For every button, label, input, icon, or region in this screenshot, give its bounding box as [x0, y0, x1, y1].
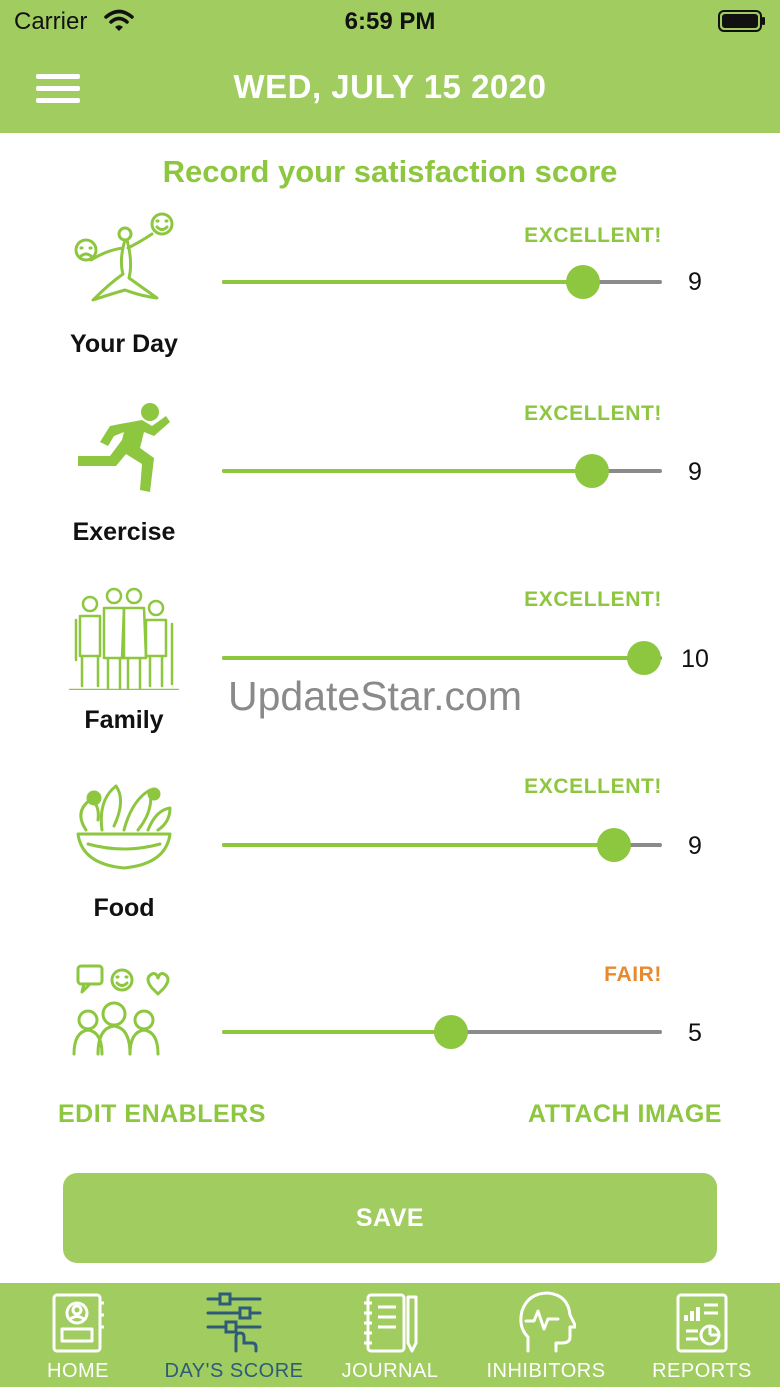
tab-reports[interactable]: REPORTS [624, 1283, 780, 1387]
tab-inhibitors[interactable]: INHIBITORS [468, 1283, 624, 1387]
tab-label: DAY'S SCORE [164, 1360, 304, 1382]
tab-label: HOME [47, 1360, 109, 1382]
category-label: Food [93, 894, 155, 922]
watermark: UpdateStar.com [228, 673, 522, 719]
slider-thumb[interactable] [596, 828, 631, 862]
rating-label: EXCELLENT! [524, 775, 662, 798]
rating-label: EXCELLENT! [524, 402, 662, 425]
slider-thumb[interactable] [574, 454, 609, 488]
category-label: Family [84, 706, 164, 734]
tab-label: INHIBITORS [486, 1360, 606, 1382]
page-title: WED, JULY 15 2020 [233, 68, 547, 105]
home-icon [52, 1293, 104, 1353]
score-row-exercise: Exercise EXCELLENT! 9 [0, 396, 780, 566]
social-slider[interactable] [222, 1012, 662, 1052]
slider-thumb[interactable] [627, 641, 662, 675]
running-person-icon [78, 403, 170, 492]
sliders-icon [206, 1292, 262, 1353]
score-row-food: Food EXCELLENT! 9 [0, 774, 780, 944]
rating-label: EXCELLENT! [524, 224, 662, 247]
score-value: 9 [688, 268, 702, 296]
save-button[interactable]: SAVE [63, 1173, 717, 1263]
clock: 6:59 PM [344, 8, 436, 35]
tab-journal[interactable]: JOURNAL [312, 1283, 468, 1387]
score-value: 10 [681, 645, 709, 673]
social-group-icon [72, 964, 170, 1056]
meditation-balance-icon [74, 212, 174, 302]
rating-label: FAIR! [604, 963, 662, 986]
edit-enablers-button[interactable]: EDIT ENABLERS [58, 1100, 266, 1129]
food-slider[interactable] [222, 825, 662, 865]
tab-days-score[interactable]: DAY'S SCORE [156, 1283, 312, 1387]
family-icon [68, 587, 180, 690]
slider-thumb[interactable] [433, 1015, 468, 1049]
journal-icon [364, 1293, 418, 1353]
attach-image-button[interactable]: ATTACH IMAGE [528, 1100, 722, 1129]
battery-icon [718, 10, 765, 32]
your-day-slider[interactable] [222, 262, 662, 302]
category-label: Exercise [72, 518, 176, 546]
tab-home[interactable]: HOME [0, 1283, 156, 1387]
rating-label: EXCELLENT! [524, 588, 662, 611]
score-row-your-day: Your Day EXCELLENT! 9 [0, 208, 780, 378]
nav-bar: WED, JULY 15 2020 [0, 44, 780, 133]
tab-label: JOURNAL [341, 1360, 439, 1382]
tab-bar: HOME DAY'S SCORE JOURNAL INHIBITORS REPO… [0, 1283, 780, 1387]
status-bar: Carrier 6:59 PM [0, 0, 780, 44]
score-value: 9 [688, 832, 702, 860]
score-value: 5 [688, 1019, 702, 1047]
exercise-slider[interactable] [222, 451, 662, 491]
head-icon [519, 1291, 576, 1353]
score-value: 9 [688, 458, 702, 486]
category-label: Your Day [70, 330, 178, 358]
family-slider[interactable] [222, 638, 662, 678]
slider-thumb[interactable] [565, 265, 600, 299]
report-icon [676, 1293, 728, 1353]
salad-bowl-icon [76, 784, 172, 870]
tab-label: REPORTS [652, 1360, 752, 1382]
section-subtitle: Record your satisfaction score [162, 154, 618, 189]
score-row-family: Family EXCELLENT! 10 [0, 586, 780, 756]
score-row-social: FAIR! 5 [0, 962, 780, 1058]
